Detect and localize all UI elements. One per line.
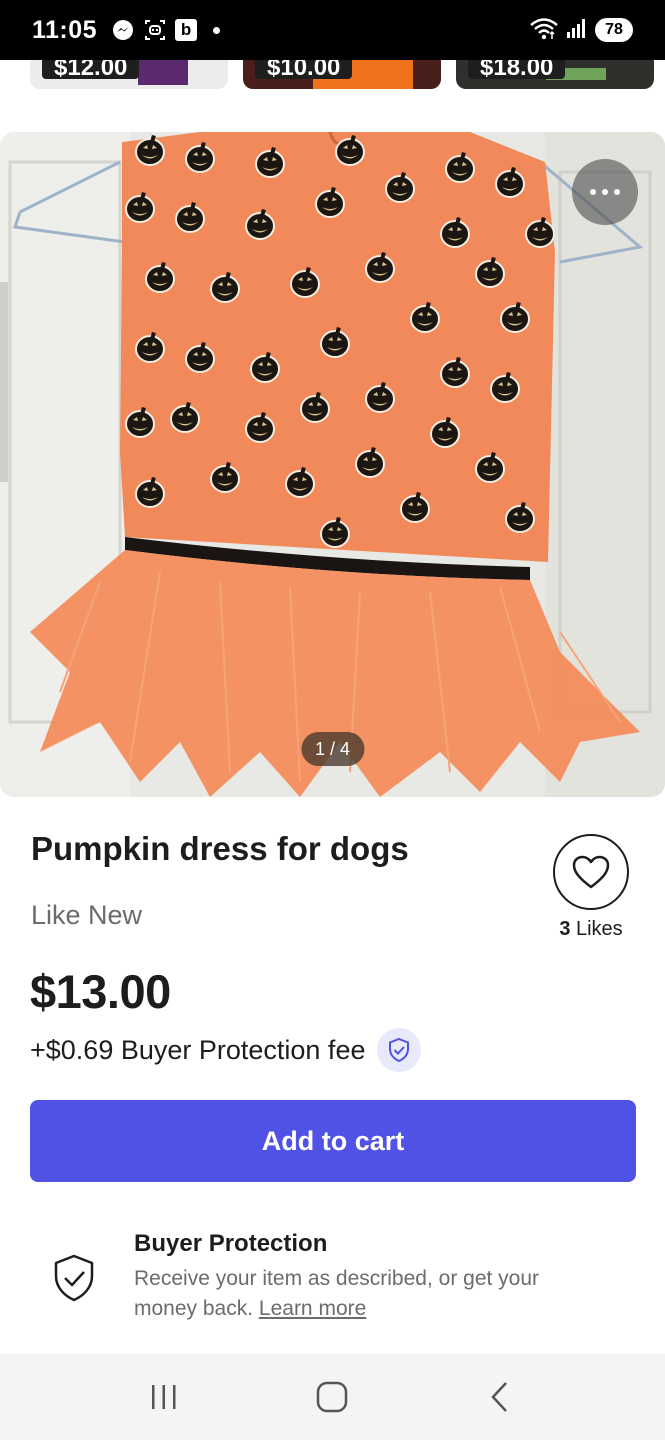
b-app-icon: b [175,19,198,41]
add-to-cart-button[interactable]: Add to cart [30,1100,636,1182]
like-button[interactable] [553,834,629,910]
buyer-protection-fee-row: +$0.69 Buyer Protection fee [30,1028,422,1072]
heart-icon [572,855,610,889]
learn-more-link[interactable]: Learn more [259,1297,366,1320]
status-notification-icons: b [111,18,221,42]
related-item-card[interactable]: $10.00 [243,60,441,89]
status-system-icons: 78 [529,16,633,45]
assistant-icon [143,18,167,42]
status-time: 11:05 [32,15,98,44]
related-item-price: $10.00 [255,60,353,79]
signal-icon [565,16,589,45]
listing-condition: Like New [31,900,143,930]
more-options-button[interactable] [572,159,638,225]
recent-apps-icon[interactable] [134,1367,194,1427]
battery-icon: 78 [595,18,633,42]
more-horizontal-icon [590,189,596,195]
status-bar: 11:05 b 78 [0,0,665,60]
notification-dot [213,26,221,34]
likes-count: 3 Likes [559,918,623,940]
home-icon[interactable] [302,1367,362,1427]
shield-check-icon [48,1252,100,1304]
buyer-protection-fee: +$0.69 Buyer Protection fee [30,1034,366,1065]
related-items-strip: $12.00 $10.00 $18.00 [0,60,665,92]
related-item-price: $18.00 [468,60,566,79]
wifi-icon [529,16,559,45]
buyer-protection-description: Receive your item as described, or get y… [134,1267,540,1320]
related-item-card[interactable]: $12.00 [30,60,228,89]
buyer-protection-title: Buyer Protection [134,1230,328,1257]
back-icon[interactable] [471,1367,531,1427]
system-navigation-bar [0,1354,665,1440]
product-image[interactable]: 1 / 4 [0,132,665,797]
shield-check-icon[interactable] [377,1028,422,1072]
listing-title: Pumpkin dress for dogs [31,830,409,867]
image-counter: 1 / 4 [300,732,365,766]
product-photo [0,132,665,797]
listing-price: $13.00 [30,965,171,1018]
related-item-card[interactable]: $18.00 [456,60,654,89]
messenger-icon [111,18,135,42]
related-item-price: $12.00 [42,60,140,79]
